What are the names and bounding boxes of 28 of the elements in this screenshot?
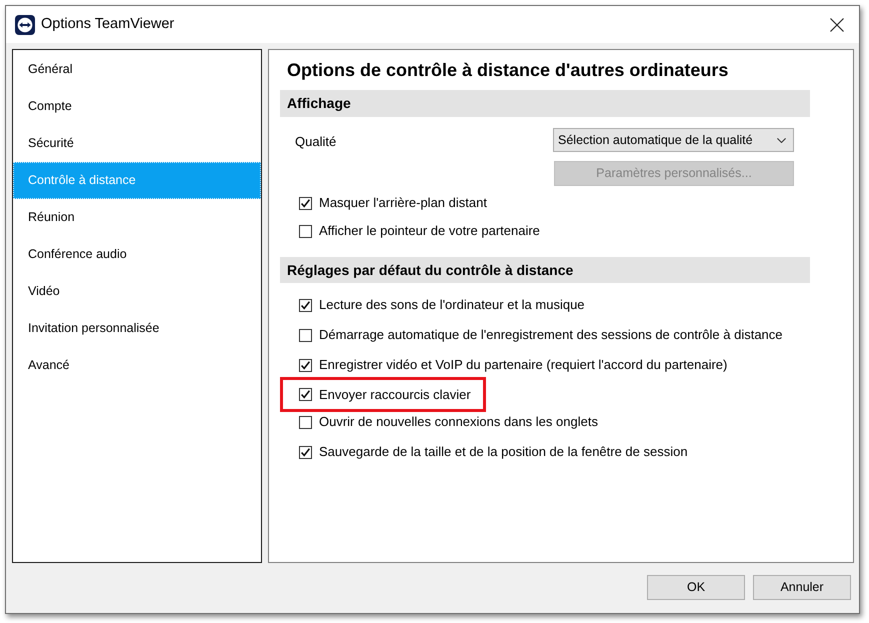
checkbox-label: Sauvegarde de la taille et de la position de la fenêtre de session bbox=[319, 443, 688, 462]
chevron-down-icon bbox=[777, 138, 786, 142]
checkbox-label: Enregistrer vidéo et VoIP du partenaire (requiert l'accord du partenaire) bbox=[319, 356, 728, 374]
app-logo-icon bbox=[15, 14, 35, 34]
checkbox-label: Démarrage automatique de l'enregistrement des sessions de contrôle à distance bbox=[319, 326, 783, 344]
checkbox[interactable] bbox=[299, 358, 312, 372]
checkbox-label: Envoyer raccourcis clavier bbox=[319, 386, 471, 404]
checkbox-label: Lecture des sons de l'ordinateur et la musique bbox=[319, 296, 585, 314]
checkbox[interactable] bbox=[299, 298, 312, 312]
dropdown-value: Sélection automatique de la qualité bbox=[558, 132, 753, 149]
checkbox[interactable] bbox=[299, 224, 312, 238]
checkbox[interactable] bbox=[299, 388, 312, 401]
checkbox[interactable] bbox=[299, 196, 312, 210]
checkbox-label: Afficher le pointeur de votre partenaire bbox=[319, 222, 540, 240]
checkbox[interactable] bbox=[299, 446, 312, 458]
section-header: Affichage bbox=[280, 90, 810, 117]
dialog-button[interactable]: Annuler bbox=[753, 575, 851, 600]
quality-dropdown[interactable]: Sélection automatique de la qualité bbox=[553, 128, 794, 152]
field-label: Qualité bbox=[294, 132, 338, 151]
close-icon bbox=[830, 18, 844, 32]
section-header: Réglages par défaut du contrôle à distance bbox=[280, 257, 810, 283]
dialog-button[interactable]: OK bbox=[647, 575, 745, 600]
checkbox-label: Masquer l'arrière-plan distant bbox=[319, 194, 487, 212]
checkbox[interactable] bbox=[299, 328, 312, 342]
checkbox[interactable] bbox=[299, 416, 312, 428]
window-title: Options TeamViewer bbox=[41, 14, 174, 34]
page-heading: Options de contrôle à distance d'autres ordinateurs bbox=[286, 58, 730, 82]
checkbox-label: Ouvrir de nouvelles connexions dans les onglets bbox=[319, 413, 598, 432]
